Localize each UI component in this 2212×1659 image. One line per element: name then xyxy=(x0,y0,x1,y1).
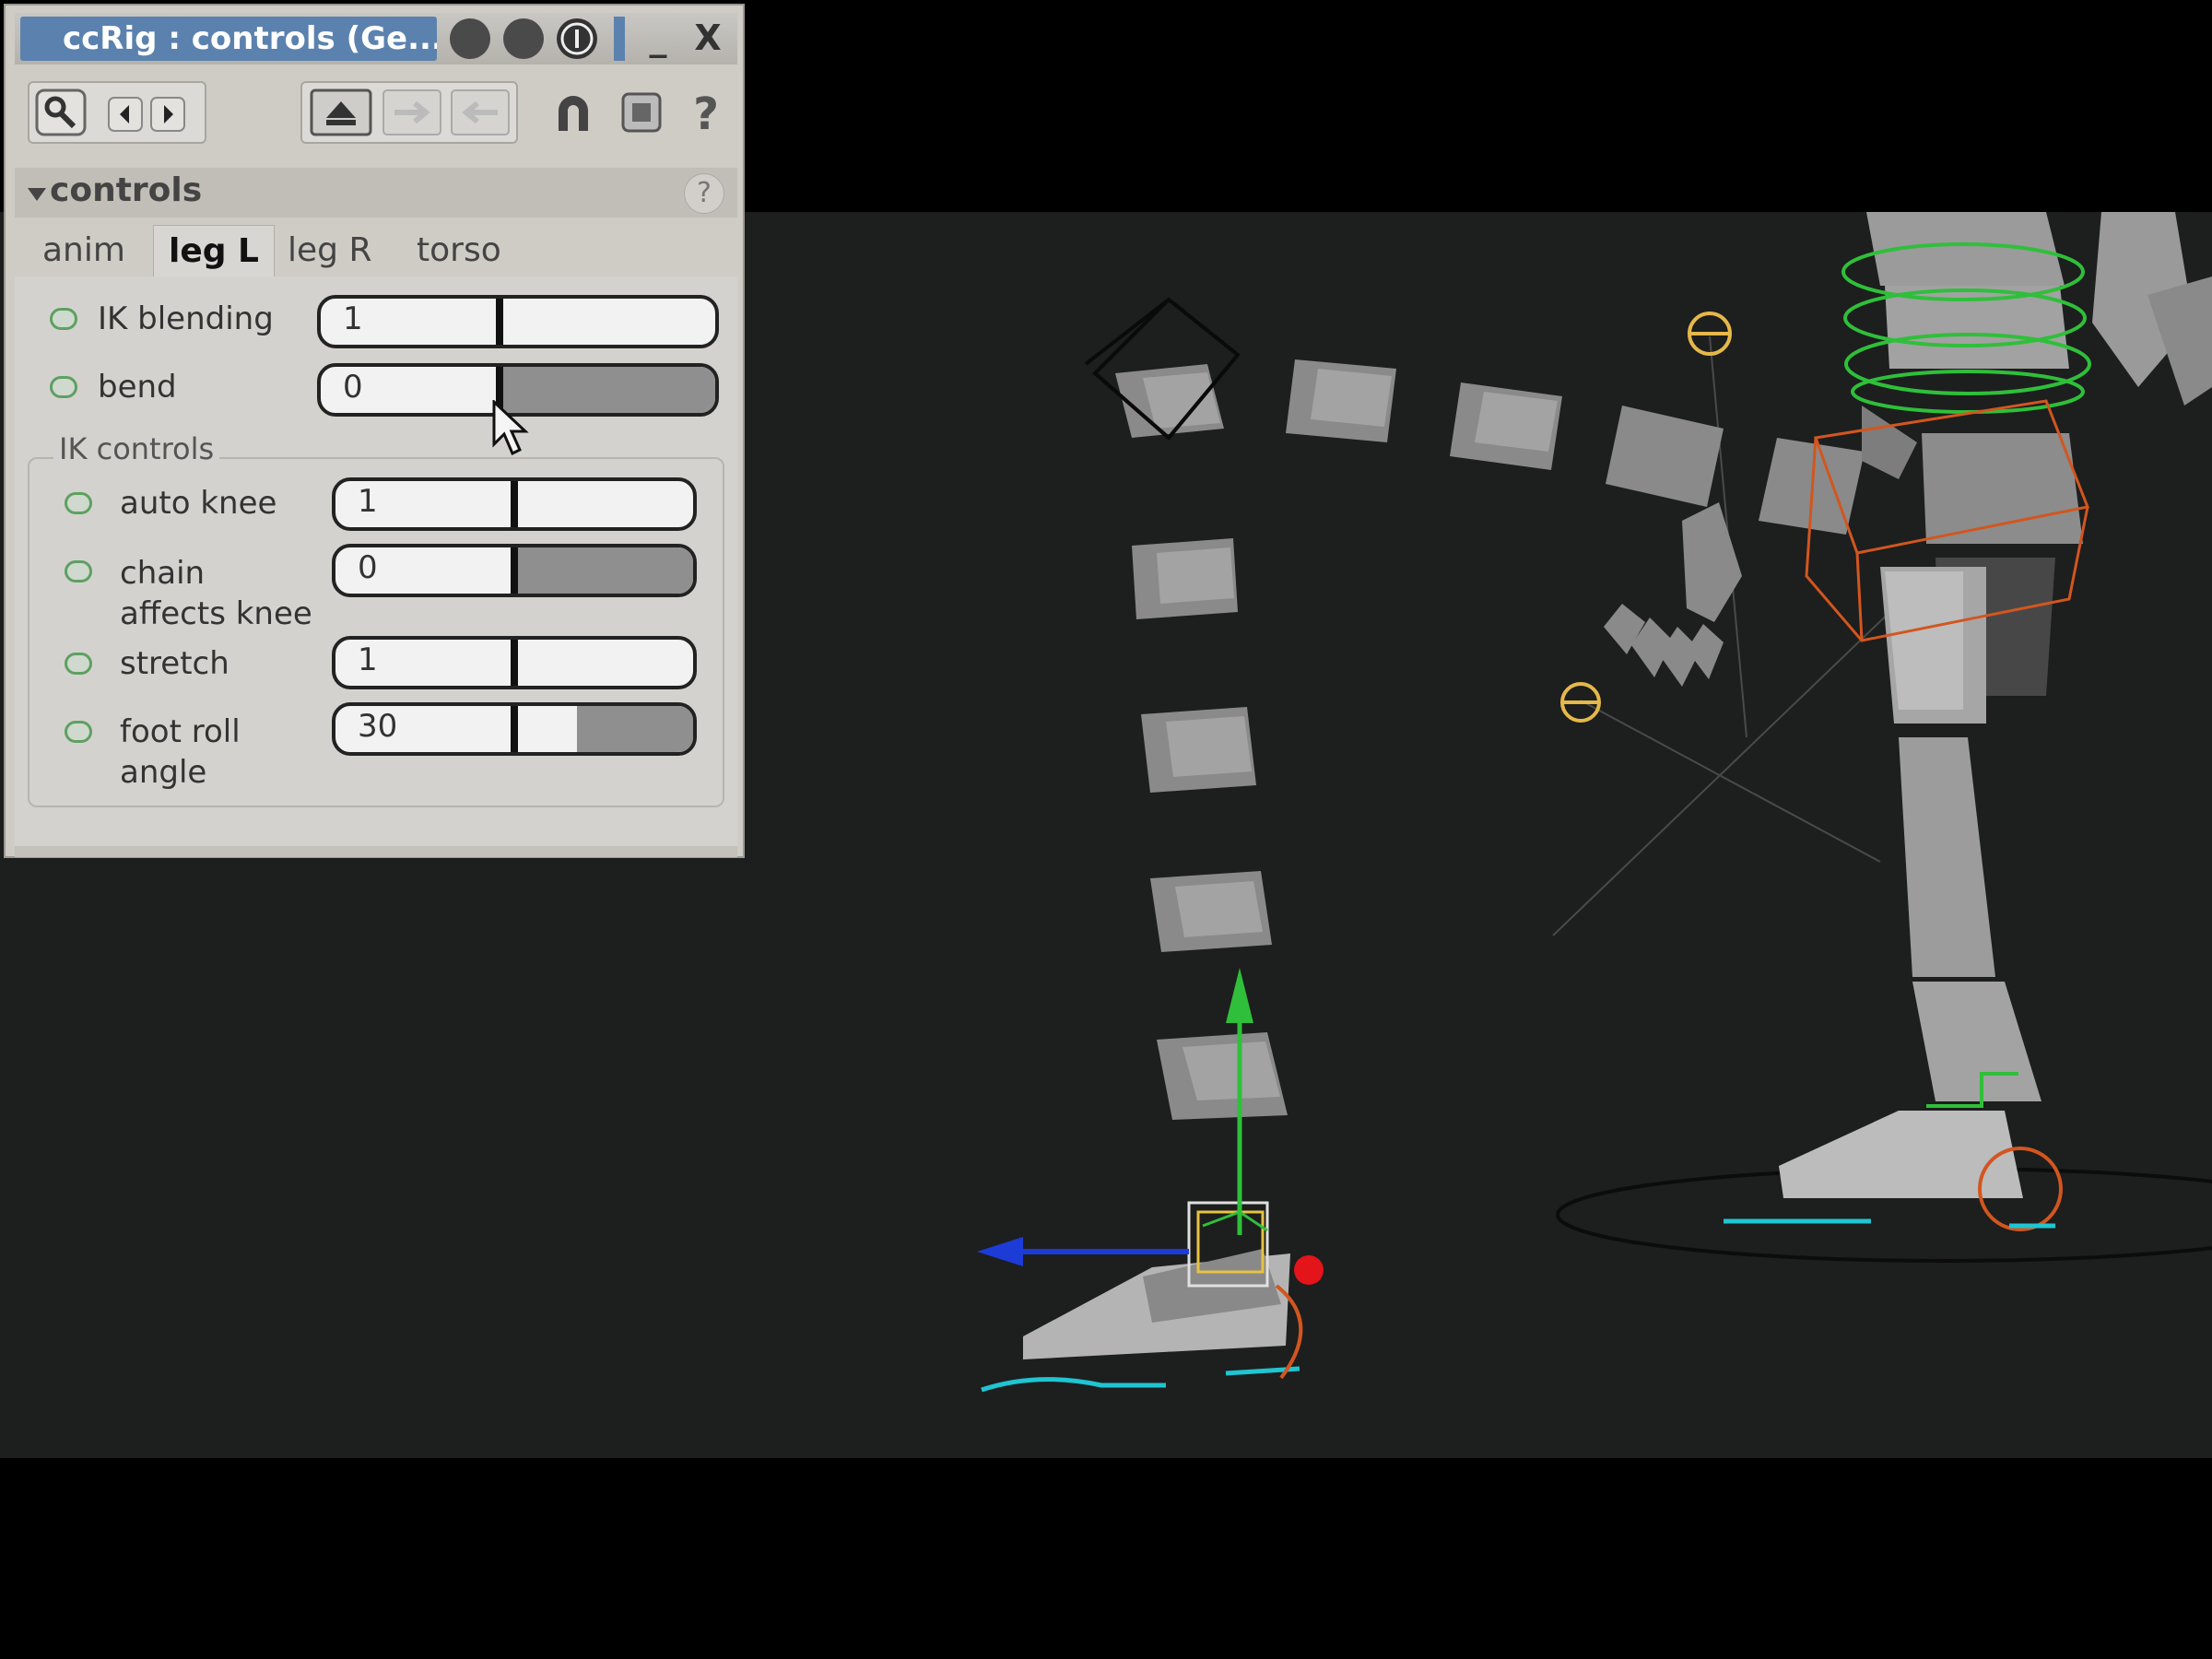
stretch-slider-handle[interactable] xyxy=(511,640,518,686)
shelf-tool-group xyxy=(300,81,518,144)
bend-value[interactable]: 0 xyxy=(343,369,363,406)
svg-text:?: ? xyxy=(693,88,719,138)
ik-blending-keyable-indicator[interactable] xyxy=(50,308,77,330)
ik-blending-value[interactable]: 1 xyxy=(343,300,363,337)
globe-icon[interactable] xyxy=(450,18,490,59)
foot-roll-angle-slider-track xyxy=(577,706,693,752)
foot-roll-angle-label-line2: angle xyxy=(120,754,207,791)
auto-knee-label: auto knee xyxy=(120,485,277,522)
foot-roll-angle-label-line1: foot roll xyxy=(120,713,241,750)
select-icon[interactable] xyxy=(616,87,667,138)
chain-affects-knee-keyable-indicator[interactable] xyxy=(65,560,92,582)
chain-affects-knee-slider[interactable]: 0 xyxy=(332,544,697,597)
stretch-value[interactable]: 1 xyxy=(358,641,378,678)
bend-keyable-indicator[interactable] xyxy=(50,376,77,398)
window-toolbar: ? xyxy=(15,74,737,153)
stretch-label: stretch xyxy=(120,645,229,682)
chain-affects-knee-label-line2: affects knee xyxy=(120,595,312,632)
nav-tool-group xyxy=(28,81,206,144)
arrow-left-icon[interactable] xyxy=(107,96,144,133)
bend-label: bend xyxy=(98,369,177,406)
window-bottom-edge xyxy=(15,846,737,857)
auto-knee-value[interactable]: 1 xyxy=(358,483,378,520)
controls-section-header[interactable]: controls ? xyxy=(15,168,737,218)
foot-roll-angle-value[interactable]: 30 xyxy=(358,708,397,745)
chain-affects-knee-label-line1: chain xyxy=(120,555,206,592)
ik-blending-slider[interactable]: 1 xyxy=(317,295,719,348)
tab-torso[interactable]: torso xyxy=(402,225,516,276)
shelf-left-icon[interactable] xyxy=(450,88,511,136)
auto-knee-slider[interactable]: 1 xyxy=(332,477,697,531)
section-help-icon[interactable]: ? xyxy=(684,173,724,214)
gear-icon[interactable] xyxy=(503,18,544,59)
chevron-down-icon[interactable] xyxy=(28,188,46,201)
magnet-icon[interactable] xyxy=(547,87,599,138)
stretch-keyable-indicator[interactable] xyxy=(65,653,92,675)
chain-affects-knee-value[interactable]: 0 xyxy=(358,549,378,586)
minimize-button[interactable]: _ xyxy=(632,17,684,61)
tab-anim[interactable]: anim xyxy=(28,225,140,276)
section-label: controls xyxy=(50,171,203,209)
info-icon[interactable] xyxy=(557,18,597,59)
close-button[interactable]: X xyxy=(682,17,734,61)
arrow-right-icon[interactable] xyxy=(149,96,186,133)
foot-roll-angle-slider[interactable]: 30 xyxy=(332,702,697,756)
tab-leg-r[interactable]: leg R xyxy=(273,225,386,276)
foot-roll-angle-keyable-indicator[interactable] xyxy=(65,721,92,743)
tab-bar: anim leg L leg R torso xyxy=(15,225,737,277)
ik-controls-group-label: IK controls xyxy=(53,431,220,466)
wrench-icon[interactable] xyxy=(35,88,87,136)
auto-knee-keyable-indicator[interactable] xyxy=(65,492,92,514)
foot-roll-angle-slider-handle[interactable] xyxy=(511,706,518,752)
tab-leg-l[interactable]: leg L xyxy=(153,225,275,277)
shelf-right-icon[interactable] xyxy=(382,88,442,136)
window-title-bar[interactable]: ccRig : controls (Ge... _ X xyxy=(15,13,737,65)
ik-blending-slider-handle[interactable] xyxy=(496,299,503,345)
shelf-up-icon[interactable] xyxy=(310,88,372,136)
auto-knee-slider-handle[interactable] xyxy=(511,481,518,527)
chain-affects-knee-slider-handle[interactable] xyxy=(511,547,518,594)
mouse-cursor-icon xyxy=(492,400,529,456)
ccrig-controls-window[interactable]: ccRig : controls (Ge... _ X ? controls ?… xyxy=(4,4,745,858)
help-icon[interactable]: ? xyxy=(680,87,732,138)
title-divider xyxy=(614,17,625,61)
ik-blending-label: IK blending xyxy=(98,300,274,337)
window-title: ccRig : controls (Ge... xyxy=(20,17,437,61)
stretch-slider[interactable]: 1 xyxy=(332,636,697,689)
x-axis-handle xyxy=(1294,1255,1324,1285)
chain-affects-knee-slider-track xyxy=(514,547,693,594)
